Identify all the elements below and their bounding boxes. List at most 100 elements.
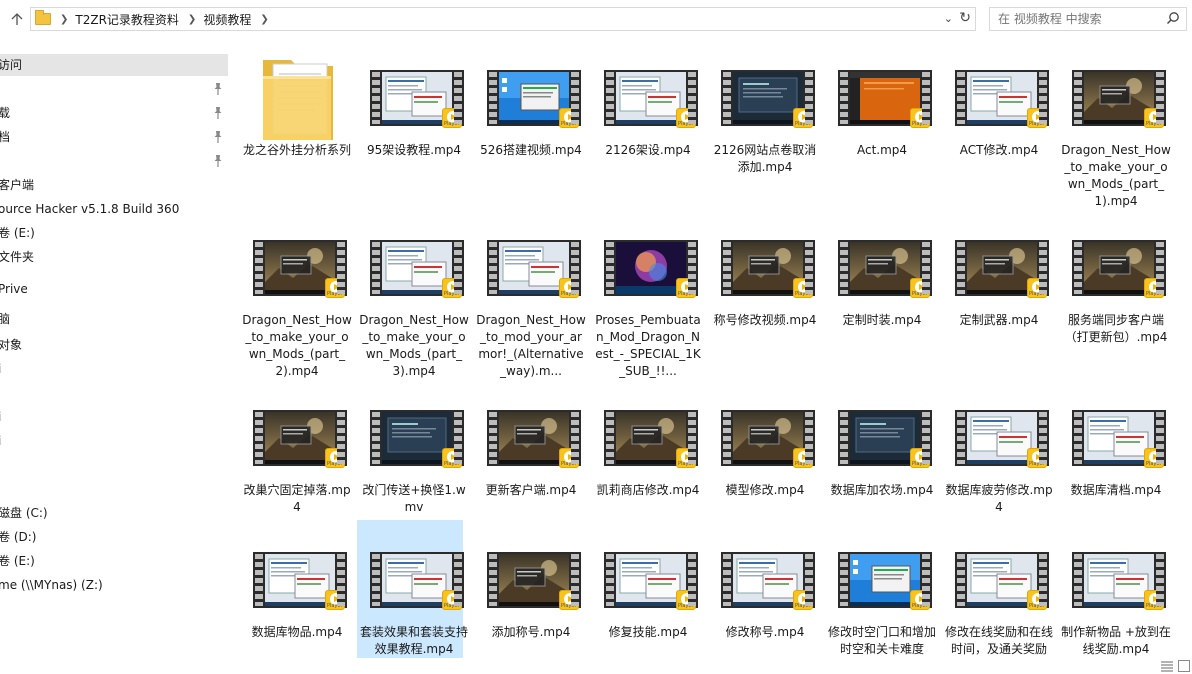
- file-item[interactable]: Player 修复技能.mp4: [591, 520, 698, 658]
- nav-item[interactable]: 载: [0, 102, 228, 124]
- up-arrow-icon[interactable]: [6, 8, 28, 30]
- file-item[interactable]: Player 95架设教程.mp4: [357, 38, 464, 178]
- file-name: Dragon_Nest_How_to_mod_your_armor!_(Alte…: [476, 313, 586, 378]
- nav-item[interactable]: 对象: [0, 334, 228, 356]
- file-name: 2126网站点卷取消添加.mp4: [713, 143, 817, 174]
- nav-item[interactable]: 磁盘 (C:): [0, 502, 228, 524]
- nav-item[interactable]: 文件夹: [0, 246, 228, 268]
- nav-item[interactable]: 卷 (D:): [0, 526, 228, 548]
- nav-item[interactable]: 客户端: [0, 174, 228, 196]
- file-item[interactable]: Player Act.mp4: [825, 38, 932, 178]
- nav-item[interactable]: [0, 478, 228, 500]
- file-item[interactable]: Player 修改在线奖励和在线时间，及通关奖励: [942, 520, 1053, 658]
- breadcrumb-item[interactable]: 视频教程: [203, 11, 251, 28]
- film-strip: Player: [955, 552, 1049, 610]
- nav-item-label: 档: [0, 130, 11, 144]
- file-item[interactable]: Player 套装效果和套装支持效果教程.mp4: [357, 520, 468, 658]
- file-item[interactable]: Player 数据库加农场.mp4: [825, 378, 933, 518]
- file-item[interactable]: Player 模型修改.mp4: [708, 378, 815, 518]
- pin-icon[interactable]: [212, 82, 224, 96]
- file-item[interactable]: Player 2126网站点卷取消添加.mp4: [708, 38, 816, 178]
- nav-item[interactable]: [0, 150, 228, 172]
- address-bar[interactable]: ❯ T2ZR记录教程资料 ❯ 视频教程 ❯ ⌄ ↻: [30, 7, 976, 31]
- details-view-icon[interactable]: [1160, 660, 1174, 672]
- file-item[interactable]: Player Dragon_Nest_How_to_make_your_own_M…: [1059, 38, 1171, 208]
- film-strip: Player: [1072, 552, 1166, 610]
- breadcrumb-separator-icon[interactable]: ❯: [60, 14, 68, 25]
- nav-item-label: i: [0, 406, 1, 428]
- player-badge-label: Player: [795, 461, 811, 467]
- pin-icon[interactable]: [212, 154, 224, 168]
- nav-item-label: 对象: [0, 338, 23, 352]
- file-item[interactable]: Player 修改称号.mp4: [708, 520, 815, 658]
- player-badge-label: Player: [1029, 121, 1045, 127]
- player-badge-label: Player: [795, 291, 811, 297]
- nav-item[interactable]: [0, 454, 228, 476]
- large-icons-view-icon[interactable]: [1178, 660, 1190, 672]
- nav-item[interactable]: me (\\MYnas) (Z:): [0, 574, 228, 596]
- file-item[interactable]: Player 更新客户端.mp4: [474, 378, 581, 518]
- nav-item-label: 卷 (D:): [0, 530, 37, 544]
- search-box[interactable]: [989, 7, 1187, 31]
- nav-item-label: 卷 (E:): [0, 554, 35, 568]
- video-thumbnail: Player: [1072, 56, 1166, 128]
- nav-item[interactable]: [0, 382, 228, 404]
- file-item[interactable]: Player 改门传送+换怪1.wmv: [357, 378, 466, 518]
- file-item[interactable]: Player Dragon_Nest_How_to_make_your_own_M…: [240, 208, 352, 378]
- player-badge-icon: Player: [910, 590, 930, 610]
- file-item[interactable]: Player 数据库清档.mp4: [1059, 378, 1166, 518]
- file-item[interactable]: Player 数据库疲劳修改.mp4: [942, 378, 1053, 518]
- nav-item[interactable]: Prive: [0, 278, 228, 300]
- player-badge-icon: Player: [676, 590, 696, 610]
- file-item[interactable]: Player ACT修改.mp4: [942, 38, 1049, 178]
- file-item[interactable]: Player Proses_Pembuatan_Mod_Dragon_Nest_-…: [591, 208, 701, 378]
- file-item[interactable]: Player 服务端同步客户端（打更新包）.mp4: [1059, 208, 1167, 348]
- nav-item[interactable]: [0, 78, 228, 100]
- file-item[interactable]: Player Dragon_Nest_How_to_make_your_own_M…: [357, 208, 469, 378]
- file-item[interactable]: Player 添加称号.mp4: [474, 520, 581, 658]
- video-thumbnail: Player: [838, 226, 932, 298]
- nav-item-label: ource Hacker v5.1.8 Build 360: [0, 202, 180, 216]
- file-item[interactable]: Player Dragon_Nest_How_to_mod_your_armor!…: [474, 208, 586, 378]
- player-badge-icon: Player: [1144, 590, 1164, 610]
- film-strip: Player: [253, 552, 347, 610]
- file-item[interactable]: Player 改巢穴固定掉落.mp4: [240, 378, 351, 518]
- nav-item[interactable]: 脑: [0, 308, 228, 330]
- file-item[interactable]: Player 2126架设.mp4: [591, 38, 698, 178]
- player-badge-icon: Player: [325, 590, 345, 610]
- chevron-down-icon[interactable]: ⌄: [944, 12, 953, 25]
- search-input[interactable]: [998, 8, 1158, 30]
- file-item[interactable]: Player 定制武器.mp4: [942, 208, 1049, 348]
- film-strip: Player: [487, 70, 581, 128]
- file-item[interactable]: Player 526搭建视频.mp4: [474, 38, 582, 178]
- nav-item[interactable]: ource Hacker v5.1.8 Build 360: [0, 198, 228, 220]
- refresh-icon[interactable]: ↻: [959, 10, 971, 26]
- file-item[interactable]: Player 凯莉商店修改.mp4: [591, 378, 699, 518]
- breadcrumb-separator-icon[interactable]: ❯: [188, 14, 196, 25]
- pin-icon[interactable]: [212, 106, 224, 120]
- nav-item[interactable]: 卷 (E:): [0, 550, 228, 572]
- file-item[interactable]: Player 定制时装.mp4: [825, 208, 932, 348]
- file-name: 改巢穴固定掉落.mp4: [243, 483, 351, 514]
- breadcrumb-separator-icon[interactable]: ❯: [260, 14, 268, 25]
- file-item[interactable]: Player 制作新物品 +放到在线奖励.mp4: [1059, 520, 1171, 658]
- nav-item[interactable]: i: [0, 358, 228, 380]
- nav-item[interactable]: 访问: [0, 54, 228, 76]
- folder-item[interactable]: 龙之谷外挂分析系列: [240, 38, 351, 178]
- nav-item[interactable]: 档: [0, 126, 228, 148]
- film-strip: Player: [721, 410, 815, 468]
- breadcrumb-item[interactable]: T2ZR记录教程资料: [75, 11, 179, 28]
- file-item[interactable]: Player 数据库物品.mp4: [240, 520, 347, 658]
- video-thumbnail: Player: [487, 538, 581, 610]
- film-strip: Player: [604, 552, 698, 610]
- nav-item[interactable]: i: [0, 406, 228, 428]
- vertical-scrollbar[interactable]: [1184, 38, 1192, 658]
- pin-icon[interactable]: [212, 130, 224, 144]
- player-badge-label: Player: [327, 291, 343, 297]
- nav-item[interactable]: 卷 (E:): [0, 222, 228, 244]
- nav-item[interactable]: i: [0, 430, 228, 452]
- player-badge-icon: Player: [442, 590, 462, 610]
- search-icon[interactable]: [1166, 11, 1180, 25]
- file-item[interactable]: Player 称号修改视频.mp4: [708, 208, 816, 348]
- file-item[interactable]: Player 修改时空门口和增加时空和关卡难度: [825, 520, 936, 658]
